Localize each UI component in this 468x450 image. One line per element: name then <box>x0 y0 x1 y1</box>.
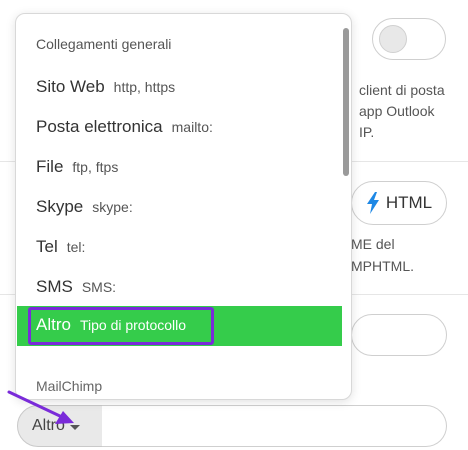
toggle-knob <box>379 25 407 53</box>
menu-item-skype[interactable]: Skype skype: <box>17 188 342 228</box>
menu-item-protocol: tel: <box>66 239 86 255</box>
menu-item-name: Tel <box>36 237 58 256</box>
url-input[interactable] <box>102 405 447 447</box>
menu-item-altro[interactable]: Altro Tipo di protocollo <box>17 306 342 346</box>
format-desc-line-1: ME del <box>351 236 395 252</box>
text-input[interactable] <box>351 314 447 356</box>
protocol-dropdown-menu: Collegamenti generali Sito Web http, htt… <box>15 13 352 400</box>
menu-item-file[interactable]: File ftp, ftps <box>17 148 342 188</box>
email-toggle-switch[interactable] <box>372 18 446 60</box>
menu-item-protocol: mailto: <box>171 119 213 135</box>
caret-down-icon <box>69 424 80 430</box>
menu-item-name: Sito Web <box>36 77 105 96</box>
menu-item-sito-web[interactable]: Sito Web http, https <box>17 68 342 108</box>
lightning-icon <box>366 192 379 214</box>
menu-item-name: Altro <box>36 315 71 334</box>
html-format-label: HTML <box>385 193 433 212</box>
menu-item-protocol: skype: <box>92 199 133 215</box>
menu-scrollbar[interactable] <box>343 28 349 176</box>
menu-item-protocol: ftp, ftps <box>72 159 119 175</box>
menu-item-protocol: Tipo di protocollo <box>79 317 187 333</box>
menu-item-name: Skype <box>36 197 84 216</box>
menu-section-header: Collegamenti generali <box>36 36 172 52</box>
menu-item-name: SMS <box>36 277 73 296</box>
menu-item-sms[interactable]: SMS SMS: <box>17 268 342 308</box>
email-desc-line-3: IP. <box>359 124 375 140</box>
html-format-button[interactable]: HTML <box>351 181 447 225</box>
menu-item-protocol: http, https <box>113 79 176 95</box>
menu-item-posta-elettronica[interactable]: Posta elettronica mailto: <box>17 108 342 148</box>
menu-item-protocol: SMS: <box>81 279 117 295</box>
format-desc-line-2: MPHTML. <box>351 258 414 274</box>
email-desc-line-1: client di posta <box>359 82 445 98</box>
menu-section-header-mailchimp: MailChimp <box>36 378 103 394</box>
menu-item-name: Posta elettronica <box>36 117 163 136</box>
menu-item-name: File <box>36 157 64 176</box>
menu-item-tel[interactable]: Tel tel: <box>17 228 342 268</box>
email-desc-line-2: app Outlook <box>359 103 435 119</box>
protocol-select[interactable]: Altro <box>17 405 103 447</box>
protocol-select-value: Altro <box>32 417 65 434</box>
